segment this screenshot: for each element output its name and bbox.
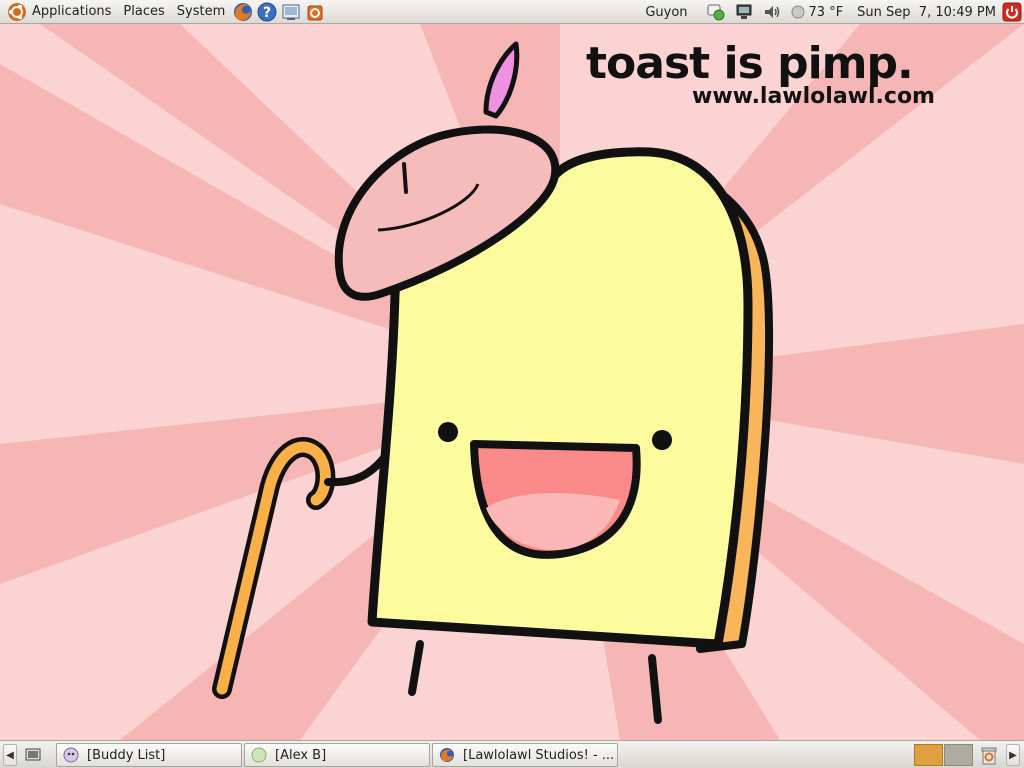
volume-tray[interactable] bbox=[758, 0, 786, 24]
screenshot-launcher[interactable] bbox=[280, 1, 302, 23]
panel-scroll-right-button[interactable]: ▶ bbox=[1006, 744, 1020, 766]
weather-temp: 73 °F bbox=[808, 4, 844, 20]
clock[interactable]: Sun Sep 7, 10:49 PM bbox=[847, 0, 1002, 24]
weather-cloud-icon bbox=[791, 5, 805, 19]
pidgin-tray[interactable] bbox=[702, 0, 730, 24]
applications-menu-label: Applications bbox=[32, 4, 112, 19]
workspace-switcher bbox=[914, 744, 974, 766]
wallpaper-image bbox=[0, 24, 1024, 740]
places-menu-label: Places bbox=[123, 4, 165, 19]
user-name: Guyon bbox=[645, 4, 688, 20]
system-menu-label: System bbox=[176, 4, 226, 19]
task-label: [Buddy List] bbox=[87, 747, 166, 763]
firefox-launcher[interactable] bbox=[232, 1, 254, 23]
chat-status-icon bbox=[251, 747, 267, 763]
system-tray: Guyon 73 °F Sun Sep 7, 10:49 PM bbox=[641, 0, 1024, 24]
show-desktop-icon bbox=[25, 748, 41, 761]
network-icon bbox=[736, 4, 752, 19]
places-menu[interactable]: Places bbox=[117, 0, 170, 24]
task-buddy-list[interactable]: [Buddy List] bbox=[56, 743, 242, 767]
task-label: [Lawlolawl Studios! - ... bbox=[463, 747, 615, 763]
system-menu[interactable]: System bbox=[171, 0, 231, 24]
help-icon: ? bbox=[257, 2, 277, 21]
task-alex-b[interactable]: [Alex B] bbox=[244, 743, 430, 767]
weather-tray[interactable]: 73 °F bbox=[786, 0, 848, 24]
firefox-icon bbox=[234, 2, 253, 21]
svg-text:?: ? bbox=[263, 5, 271, 21]
update-manager-icon bbox=[307, 5, 323, 20]
wallpaper-title: toast is pimp. bbox=[586, 38, 914, 89]
volume-icon bbox=[764, 6, 779, 18]
show-desktop-button[interactable] bbox=[22, 744, 44, 766]
task-firefox[interactable]: [Lawlolawl Studios! - ... bbox=[432, 743, 618, 767]
shutdown-button[interactable] bbox=[1002, 0, 1024, 24]
clock-label: Sun Sep 7, 10:49 PM bbox=[857, 4, 996, 20]
chevron-right-icon: ▶ bbox=[1009, 749, 1017, 761]
bottom-panel: ◀ [Buddy List] [Alex B] [Lawlolawl Studi… bbox=[0, 740, 1024, 768]
help-launcher[interactable]: ? bbox=[256, 1, 278, 23]
chevron-left-icon: ◀ bbox=[6, 749, 14, 761]
power-icon bbox=[1002, 2, 1022, 22]
network-tray[interactable] bbox=[730, 0, 758, 24]
user-switcher[interactable]: Guyon bbox=[641, 0, 701, 24]
screenshot-icon bbox=[282, 4, 300, 20]
ubuntu-logo-icon bbox=[8, 2, 26, 21]
workspace-2[interactable] bbox=[944, 744, 973, 766]
applications-menu[interactable]: Applications bbox=[0, 0, 117, 24]
trash-button[interactable] bbox=[978, 743, 1000, 767]
desktop[interactable]: toast is pimp. www.lawlolawl.com bbox=[0, 24, 1024, 740]
top-panel: Applications Places System ? Guyon 73 °F… bbox=[0, 0, 1024, 24]
chat-status-icon bbox=[707, 4, 725, 21]
wallpaper-url: www.lawlolawl.com bbox=[692, 84, 935, 109]
pidgin-icon bbox=[63, 747, 79, 763]
panel-scroll-left-button[interactable]: ◀ bbox=[3, 744, 17, 766]
task-label: [Alex B] bbox=[275, 747, 327, 763]
trash-icon bbox=[981, 747, 997, 765]
workspace-1[interactable] bbox=[914, 744, 943, 766]
update-launcher[interactable] bbox=[304, 1, 326, 23]
firefox-icon bbox=[440, 748, 454, 762]
